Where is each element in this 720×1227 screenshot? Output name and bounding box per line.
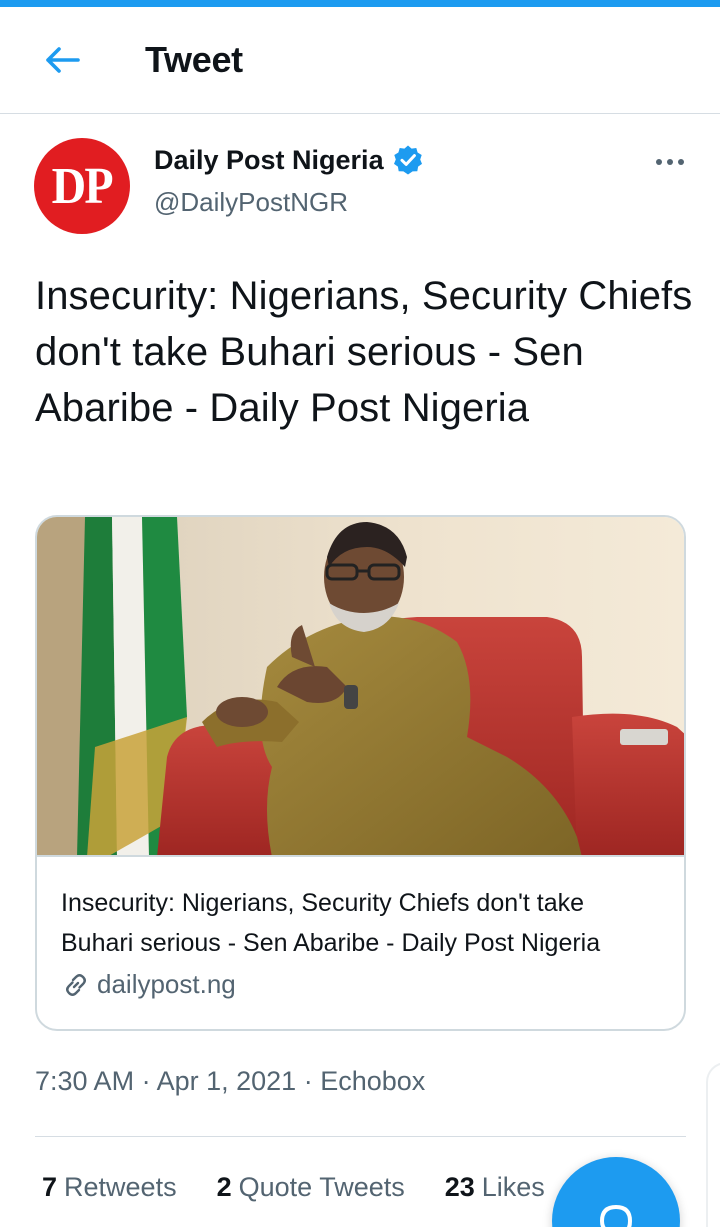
- back-button[interactable]: [40, 43, 84, 77]
- quote-tweets-count: 2: [216, 1172, 232, 1202]
- tweet-source[interactable]: Echobox: [320, 1066, 425, 1096]
- side-panel-edge: [706, 1062, 720, 1227]
- verified-badge-icon: [393, 145, 422, 175]
- card-title: Insecurity: Nigerians, Security Chiefs d…: [61, 889, 601, 957]
- card-image: [37, 517, 684, 857]
- likes-count: 23: [444, 1172, 475, 1202]
- author-display-name: Daily Post Nigeria: [154, 144, 384, 175]
- tweet-time: 7:30 AM: [35, 1066, 135, 1096]
- engagement-stats: 7 Retweets 2 Quote Tweets 23 Likes: [42, 1172, 585, 1203]
- likes-label: Likes: [481, 1172, 545, 1202]
- tweet-date: Apr 1, 2021: [156, 1066, 297, 1096]
- compose-button[interactable]: [552, 1157, 680, 1227]
- compose-reply-icon: [600, 1205, 632, 1227]
- more-dot-icon: [656, 159, 662, 165]
- avatar-logo-text: DP: [51, 157, 114, 215]
- meta-separator: ·: [141, 1066, 151, 1096]
- app-header: Tweet: [0, 7, 720, 114]
- top-accent-bar: [0, 0, 720, 7]
- author-handle[interactable]: @DailyPostNGR: [154, 187, 348, 218]
- tweet-author: DP Daily Post Nigeria @DailyPostNGR: [34, 138, 694, 236]
- divider: [35, 1136, 686, 1137]
- tweet-text: Insecurity: Nigerians, Security Chiefs d…: [35, 274, 693, 430]
- avatar[interactable]: DP: [34, 138, 130, 234]
- retweets-label: Retweets: [64, 1172, 177, 1202]
- likes-stat[interactable]: 23 Likes: [445, 1172, 545, 1203]
- more-dot-icon: [667, 159, 673, 165]
- card-body: Insecurity: Nigerians, Security Chiefs d…: [61, 883, 661, 1000]
- arrow-left-icon: [46, 47, 80, 73]
- author-name-row[interactable]: Daily Post Nigeria: [154, 144, 424, 176]
- meta-separator: ·: [303, 1066, 313, 1096]
- retweets-stat[interactable]: 7 Retweets: [42, 1172, 177, 1203]
- retweets-count: 7: [42, 1172, 58, 1202]
- quote-tweets-label: Quote Tweets: [238, 1172, 405, 1202]
- card-domain-row: dailypost.ng: [61, 969, 661, 1000]
- link-preview-card[interactable]: Insecurity: Nigerians, Security Chiefs d…: [35, 515, 686, 1031]
- more-options-button[interactable]: [646, 150, 694, 174]
- more-dot-icon: [678, 159, 684, 165]
- card-domain: dailypost.ng: [97, 969, 236, 999]
- quote-tweets-stat[interactable]: 2 Quote Tweets: [217, 1172, 405, 1203]
- tweet-metadata: 7:30 AM · Apr 1, 2021 · Echobox: [35, 1066, 425, 1097]
- link-icon: [66, 973, 86, 996]
- page-title: Tweet: [145, 39, 243, 80]
